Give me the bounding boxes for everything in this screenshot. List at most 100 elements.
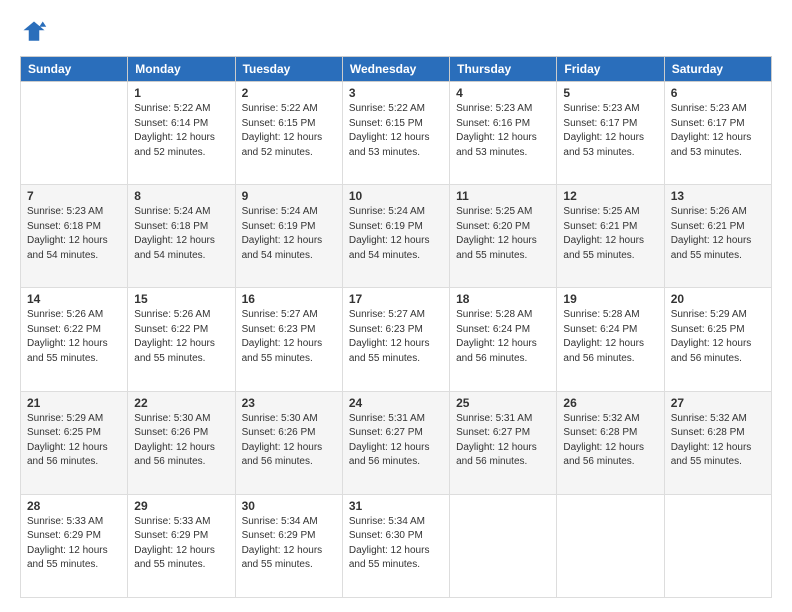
day-info: Sunrise: 5:25 AM Sunset: 6:21 PM Dayligh… xyxy=(563,205,657,263)
calendar-cell: 21 Sunrise: 5:29 AM Sunset: 6:25 PM Dayli… xyxy=(21,391,128,494)
calendar-cell xyxy=(21,82,128,185)
day-info: Sunrise: 5:33 AM Sunset: 6:29 PM Dayligh… xyxy=(27,515,121,573)
day-info: Sunrise: 5:24 AM Sunset: 6:18 PM Dayligh… xyxy=(134,205,228,263)
calendar-cell: 3 Sunrise: 5:22 AM Sunset: 6:15 PM Daylig… xyxy=(342,82,449,185)
calendar-week-row: 28 Sunrise: 5:33 AM Sunset: 6:29 PM Dayli… xyxy=(21,494,772,597)
day-number: 21 xyxy=(27,396,121,410)
day-info: Sunrise: 5:28 AM Sunset: 6:24 PM Dayligh… xyxy=(456,308,550,366)
weekday-header-wednesday: Wednesday xyxy=(342,57,449,82)
day-info: Sunrise: 5:23 AM Sunset: 6:16 PM Dayligh… xyxy=(456,102,550,160)
day-info: Sunrise: 5:33 AM Sunset: 6:29 PM Dayligh… xyxy=(134,515,228,573)
day-info: Sunrise: 5:27 AM Sunset: 6:23 PM Dayligh… xyxy=(242,308,336,366)
day-info: Sunrise: 5:29 AM Sunset: 6:25 PM Dayligh… xyxy=(671,308,765,366)
calendar-cell: 27 Sunrise: 5:32 AM Sunset: 6:28 PM Dayli… xyxy=(664,391,771,494)
calendar-cell: 5 Sunrise: 5:23 AM Sunset: 6:17 PM Daylig… xyxy=(557,82,664,185)
weekday-header-row: SundayMondayTuesdayWednesdayThursdayFrid… xyxy=(21,57,772,82)
calendar-cell: 28 Sunrise: 5:33 AM Sunset: 6:29 PM Dayli… xyxy=(21,494,128,597)
calendar-cell: 12Sunrise: 5:25 AM Sunset: 6:21 PM Dayli… xyxy=(557,185,664,288)
day-info: Sunrise: 5:22 AM Sunset: 6:15 PM Dayligh… xyxy=(349,102,443,160)
weekday-header-saturday: Saturday xyxy=(664,57,771,82)
day-number: 7 xyxy=(27,189,121,203)
day-info: Sunrise: 5:31 AM Sunset: 6:27 PM Dayligh… xyxy=(456,412,550,470)
calendar-cell: 23Sunrise: 5:30 AM Sunset: 6:26 PM Dayli… xyxy=(235,391,342,494)
calendar-cell: 6 Sunrise: 5:23 AM Sunset: 6:17 PM Daylig… xyxy=(664,82,771,185)
calendar-cell: 31 Sunrise: 5:34 AM Sunset: 6:30 PM Dayli… xyxy=(342,494,449,597)
day-info: Sunrise: 5:32 AM Sunset: 6:28 PM Dayligh… xyxy=(671,412,765,470)
calendar-week-row: 1 Sunrise: 5:22 AM Sunset: 6:14 PM Daylig… xyxy=(21,82,772,185)
calendar-cell: 1 Sunrise: 5:22 AM Sunset: 6:14 PM Daylig… xyxy=(128,82,235,185)
day-number: 14 xyxy=(27,292,121,306)
day-number: 4 xyxy=(456,86,550,100)
weekday-header-friday: Friday xyxy=(557,57,664,82)
calendar-cell: 10 Sunrise: 5:24 AM Sunset: 6:19 PM Dayli… xyxy=(342,185,449,288)
header xyxy=(20,18,772,46)
calendar-cell: 13 Sunrise: 5:26 AM Sunset: 6:21 PM Dayli… xyxy=(664,185,771,288)
calendar-cell: 7 Sunrise: 5:23 AM Sunset: 6:18 PM Daylig… xyxy=(21,185,128,288)
weekday-header-monday: Monday xyxy=(128,57,235,82)
day-number: 20 xyxy=(671,292,765,306)
day-info: Sunrise: 5:30 AM Sunset: 6:26 PM Dayligh… xyxy=(242,412,336,470)
weekday-header-sunday: Sunday xyxy=(21,57,128,82)
day-info: Sunrise: 5:24 AM Sunset: 6:19 PM Dayligh… xyxy=(242,205,336,263)
day-info: Sunrise: 5:26 AM Sunset: 6:22 PM Dayligh… xyxy=(134,308,228,366)
day-number: 3 xyxy=(349,86,443,100)
day-number: 26 xyxy=(563,396,657,410)
day-number: 11 xyxy=(456,189,550,203)
day-number: 5 xyxy=(563,86,657,100)
day-number: 17 xyxy=(349,292,443,306)
day-info: Sunrise: 5:29 AM Sunset: 6:25 PM Dayligh… xyxy=(27,412,121,470)
day-number: 24 xyxy=(349,396,443,410)
calendar-cell: 15 Sunrise: 5:26 AM Sunset: 6:22 PM Dayli… xyxy=(128,288,235,391)
calendar-cell: 17 Sunrise: 5:27 AM Sunset: 6:23 PM Dayli… xyxy=(342,288,449,391)
day-info: Sunrise: 5:23 AM Sunset: 6:18 PM Dayligh… xyxy=(27,205,121,263)
calendar-cell: 29Sunrise: 5:33 AM Sunset: 6:29 PM Dayli… xyxy=(128,494,235,597)
calendar-cell: 9 Sunrise: 5:24 AM Sunset: 6:19 PM Daylig… xyxy=(235,185,342,288)
day-info: Sunrise: 5:22 AM Sunset: 6:14 PM Dayligh… xyxy=(134,102,228,160)
weekday-header-tuesday: Tuesday xyxy=(235,57,342,82)
day-info: Sunrise: 5:32 AM Sunset: 6:28 PM Dayligh… xyxy=(563,412,657,470)
day-info: Sunrise: 5:27 AM Sunset: 6:23 PM Dayligh… xyxy=(349,308,443,366)
day-info: Sunrise: 5:26 AM Sunset: 6:22 PM Dayligh… xyxy=(27,308,121,366)
calendar-cell xyxy=(557,494,664,597)
day-info: Sunrise: 5:23 AM Sunset: 6:17 PM Dayligh… xyxy=(563,102,657,160)
calendar-cell: 18Sunrise: 5:28 AM Sunset: 6:24 PM Dayli… xyxy=(450,288,557,391)
day-number: 16 xyxy=(242,292,336,306)
day-number: 2 xyxy=(242,86,336,100)
calendar-cell: 25Sunrise: 5:31 AM Sunset: 6:27 PM Dayli… xyxy=(450,391,557,494)
day-info: Sunrise: 5:31 AM Sunset: 6:27 PM Dayligh… xyxy=(349,412,443,470)
day-info: Sunrise: 5:28 AM Sunset: 6:24 PM Dayligh… xyxy=(563,308,657,366)
calendar-table: SundayMondayTuesdayWednesdayThursdayFrid… xyxy=(20,56,772,598)
day-info: Sunrise: 5:30 AM Sunset: 6:26 PM Dayligh… xyxy=(134,412,228,470)
calendar-cell: 2Sunrise: 5:22 AM Sunset: 6:15 PM Daylig… xyxy=(235,82,342,185)
calendar-cell: 11 Sunrise: 5:25 AM Sunset: 6:20 PM Dayli… xyxy=(450,185,557,288)
weekday-header-thursday: Thursday xyxy=(450,57,557,82)
day-number: 15 xyxy=(134,292,228,306)
calendar-cell xyxy=(450,494,557,597)
calendar-cell: 26 Sunrise: 5:32 AM Sunset: 6:28 PM Dayli… xyxy=(557,391,664,494)
calendar-cell: 30 Sunrise: 5:34 AM Sunset: 6:29 PM Dayli… xyxy=(235,494,342,597)
calendar-week-row: 14 Sunrise: 5:26 AM Sunset: 6:22 PM Dayli… xyxy=(21,288,772,391)
day-info: Sunrise: 5:24 AM Sunset: 6:19 PM Dayligh… xyxy=(349,205,443,263)
day-number: 1 xyxy=(134,86,228,100)
day-number: 10 xyxy=(349,189,443,203)
day-info: Sunrise: 5:34 AM Sunset: 6:29 PM Dayligh… xyxy=(242,515,336,573)
page: SundayMondayTuesdayWednesdayThursdayFrid… xyxy=(0,0,792,612)
day-info: Sunrise: 5:26 AM Sunset: 6:21 PM Dayligh… xyxy=(671,205,765,263)
day-number: 9 xyxy=(242,189,336,203)
calendar-cell: 19 Sunrise: 5:28 AM Sunset: 6:24 PM Dayli… xyxy=(557,288,664,391)
calendar-week-row: 21 Sunrise: 5:29 AM Sunset: 6:25 PM Dayli… xyxy=(21,391,772,494)
day-info: Sunrise: 5:34 AM Sunset: 6:30 PM Dayligh… xyxy=(349,515,443,573)
day-number: 22 xyxy=(134,396,228,410)
day-info: Sunrise: 5:25 AM Sunset: 6:20 PM Dayligh… xyxy=(456,205,550,263)
day-number: 27 xyxy=(671,396,765,410)
day-number: 13 xyxy=(671,189,765,203)
day-number: 6 xyxy=(671,86,765,100)
logo-icon xyxy=(20,18,48,46)
day-info: Sunrise: 5:23 AM Sunset: 6:17 PM Dayligh… xyxy=(671,102,765,160)
day-number: 31 xyxy=(349,499,443,513)
day-number: 30 xyxy=(242,499,336,513)
day-number: 28 xyxy=(27,499,121,513)
calendar-cell: 24 Sunrise: 5:31 AM Sunset: 6:27 PM Dayli… xyxy=(342,391,449,494)
day-number: 19 xyxy=(563,292,657,306)
calendar-cell: 8Sunrise: 5:24 AM Sunset: 6:18 PM Daylig… xyxy=(128,185,235,288)
